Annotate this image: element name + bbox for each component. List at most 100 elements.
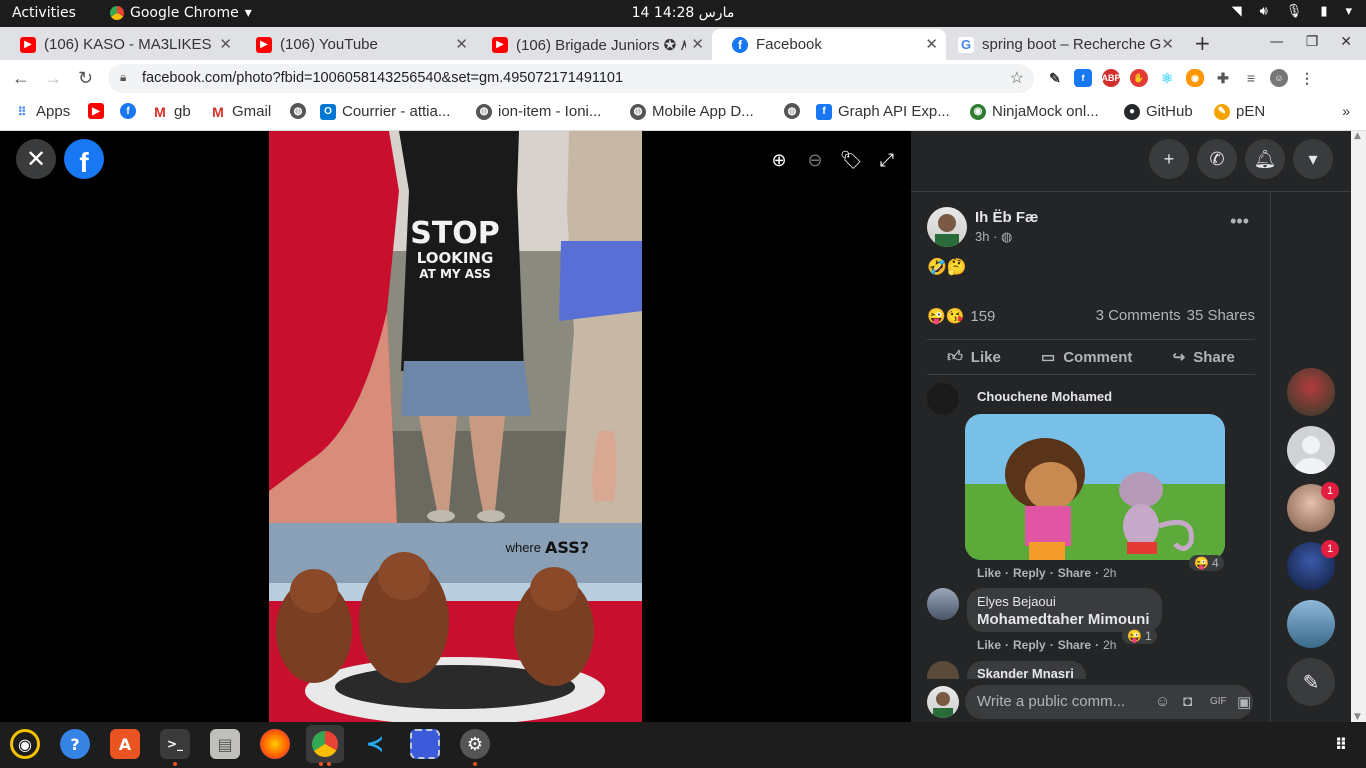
puzzle-icon[interactable]: ✚ (1214, 69, 1232, 87)
comment-like-link[interactable]: Like (977, 638, 1001, 652)
honey-extension-icon[interactable]: ◉ (1186, 69, 1204, 87)
bookmark-github[interactable]: ● GitHub (1124, 103, 1193, 120)
commenter-name[interactable]: Elyes Bejaoui (977, 594, 1150, 609)
clock[interactable]: 14 مارس 14:28 (0, 5, 1366, 21)
new-message-button[interactable]: ✎ (1287, 658, 1335, 706)
bookmark-globe-2[interactable]: ◍ (784, 103, 800, 119)
comment-share-link[interactable]: Share (1058, 566, 1091, 580)
bookmark-star-icon[interactable]: ☆ (1010, 68, 1024, 88)
firefox-icon[interactable] (260, 729, 290, 759)
close-icon[interactable]: ✕ (455, 35, 468, 53)
react-devtools-icon[interactable]: ⚛ (1158, 69, 1176, 87)
my-avatar[interactable] (927, 686, 959, 718)
mentioned-user[interactable]: Mohamedtaher Mimouni (977, 611, 1150, 628)
commenter-name[interactable]: Chouchene Mohamed (977, 389, 1112, 404)
comment-reply-link[interactable]: Reply (1013, 638, 1046, 652)
media-queue-icon[interactable]: ≡ (1242, 69, 1260, 87)
author-name[interactable]: Ih Ëb Fæ (975, 209, 1038, 226)
page-scrollbar[interactable]: ▲ ▼ (1351, 131, 1366, 722)
kebab-menu-icon[interactable]: ⋮ (1298, 69, 1316, 87)
tab-youtube-kaso[interactable]: ▶ (106) KASO - MA3LIKESH ✕ (0, 29, 240, 60)
share-button[interactable]: ↪ Share (1173, 348, 1235, 367)
camera-icon[interactable]: ◘ (1183, 693, 1192, 710)
system-tray[interactable]: ◥ 🔊︎ 🎙︎ ▮ ▾ (1232, 4, 1352, 19)
comment-reply-link[interactable]: Reply (1013, 566, 1046, 580)
close-viewer-button[interactable]: ✕ (16, 139, 56, 179)
bookmark-facebook[interactable]: f (120, 103, 136, 119)
zoom-out-icon[interactable]: ⊖ (802, 147, 828, 173)
comment-reactions[interactable]: 😜 4 (1189, 555, 1224, 571)
facebook-logo[interactable]: f (64, 139, 104, 179)
tab-youtube[interactable]: ▶ (106) YouTube ✕ (236, 29, 476, 60)
restore-icon[interactable]: ❐ (1306, 34, 1319, 50)
post-time[interactable]: 3h · ◍ (975, 229, 1012, 245)
commenter-avatar[interactable] (927, 383, 959, 415)
comment-image[interactable] (965, 414, 1225, 560)
like-button[interactable]: 👍︎ Like (947, 348, 1001, 366)
comment-like-link[interactable]: Like (977, 566, 1001, 580)
contact-avatar[interactable] (1287, 600, 1335, 648)
bookmarks-overflow-icon[interactable]: » (1342, 103, 1350, 119)
fullscreen-icon[interactable]: ⤢ (874, 147, 900, 173)
rhythmbox-icon[interactable]: ◉ (10, 729, 40, 759)
bookmark-globe[interactable]: ◍ (290, 103, 306, 119)
software-center-icon[interactable]: A (110, 729, 140, 759)
account-menu-button[interactable]: ▾ (1293, 139, 1333, 179)
comments-count[interactable]: 3 Comments (1096, 307, 1181, 324)
close-icon[interactable]: ✕ (691, 35, 704, 53)
terminal-icon[interactable]: >_ (160, 729, 190, 759)
bookmark-ninjamock[interactable]: ◉ NinjaMock onl... (970, 103, 1099, 120)
tab-facebook[interactable]: f Facebook ✕ (712, 29, 946, 60)
sticker-icon[interactable]: ▣ (1237, 693, 1251, 711)
facebook-extension-icon[interactable]: f (1074, 69, 1092, 87)
create-button[interactable]: + (1149, 139, 1189, 179)
adblock-extension-icon[interactable]: ABP (1102, 69, 1121, 87)
notifications-button[interactable]: 🔔︎ (1245, 139, 1285, 179)
author-avatar[interactable] (927, 207, 967, 247)
chrome-dock-item[interactable] (306, 725, 344, 763)
bookmark-pen[interactable]: ✎ pEN (1214, 103, 1265, 120)
contact-avatar[interactable] (1287, 368, 1335, 416)
tag-icon[interactable]: 🏷︎ (838, 147, 864, 173)
bookmark-youtube[interactable]: ▶ (88, 103, 104, 119)
contact-avatar[interactable] (1287, 426, 1335, 474)
bookmark-ion-item[interactable]: ◍ ion-item - Ioni... (476, 103, 601, 120)
eyedropper-extension-icon[interactable]: ✎ (1046, 69, 1064, 87)
bookmark-mobile-app[interactable]: ◍ Mobile App D... (630, 103, 754, 120)
reload-button[interactable]: ↻ (78, 68, 93, 89)
forward-button[interactable]: → (44, 68, 62, 89)
close-icon[interactable]: ✕ (925, 35, 938, 53)
profile-avatar[interactable]: ☺ (1270, 69, 1288, 87)
gif-icon[interactable]: GIF (1210, 696, 1227, 707)
minimize-icon[interactable]: — (1270, 34, 1284, 50)
comment-reactions[interactable]: 😜 1 (1122, 628, 1157, 644)
back-button[interactable]: ← (12, 68, 30, 89)
bookmark-gb[interactable]: Mgb (152, 103, 191, 120)
settings-gear-icon[interactable]: ⚙ (460, 729, 490, 759)
comment-time[interactable]: 2h (1103, 638, 1116, 652)
tab-google-search[interactable]: G spring boot – Recherche G ✕ (946, 29, 1182, 60)
commenter-avatar[interactable] (927, 661, 959, 679)
vscode-icon[interactable]: ≺ (360, 729, 390, 759)
scroll-up-icon[interactable]: ▲ (1354, 131, 1361, 141)
new-tab-button[interactable]: + (1194, 31, 1211, 55)
bookmark-graph-api[interactable]: f Graph API Exp... (816, 103, 950, 120)
zoom-in-icon[interactable]: ⊕ (766, 147, 792, 173)
commenter-name[interactable]: Skander Mnasri (977, 666, 1074, 679)
comment-button[interactable]: ▭ Comment (1041, 348, 1132, 367)
comment-time[interactable]: 2h (1103, 566, 1116, 580)
close-icon[interactable]: ✕ (1161, 35, 1174, 53)
help-icon[interactable]: ? (60, 729, 90, 759)
screenshot-icon[interactable] (410, 729, 440, 759)
tab-youtube-brigade[interactable]: ▶ (106) Brigade Juniors ✪ ٨ ✕ (472, 29, 712, 60)
shares-count[interactable]: 35 Shares (1187, 307, 1255, 324)
messenger-button[interactable]: ✆ (1197, 139, 1237, 179)
show-apps-icon[interactable]: ⠿ (1326, 729, 1356, 759)
files-icon[interactable]: ▤ (210, 729, 240, 759)
hand-extension-icon[interactable]: ✋ (1130, 69, 1148, 87)
bookmark-courrier[interactable]: O Courrier - attia... (320, 103, 450, 120)
more-options-icon[interactable]: ••• (1230, 211, 1249, 232)
reactions-summary[interactable]: 😜😘 159 (927, 307, 995, 326)
close-icon[interactable]: ✕ (219, 35, 232, 53)
bookmark-gmail[interactable]: M Gmail (210, 103, 271, 120)
